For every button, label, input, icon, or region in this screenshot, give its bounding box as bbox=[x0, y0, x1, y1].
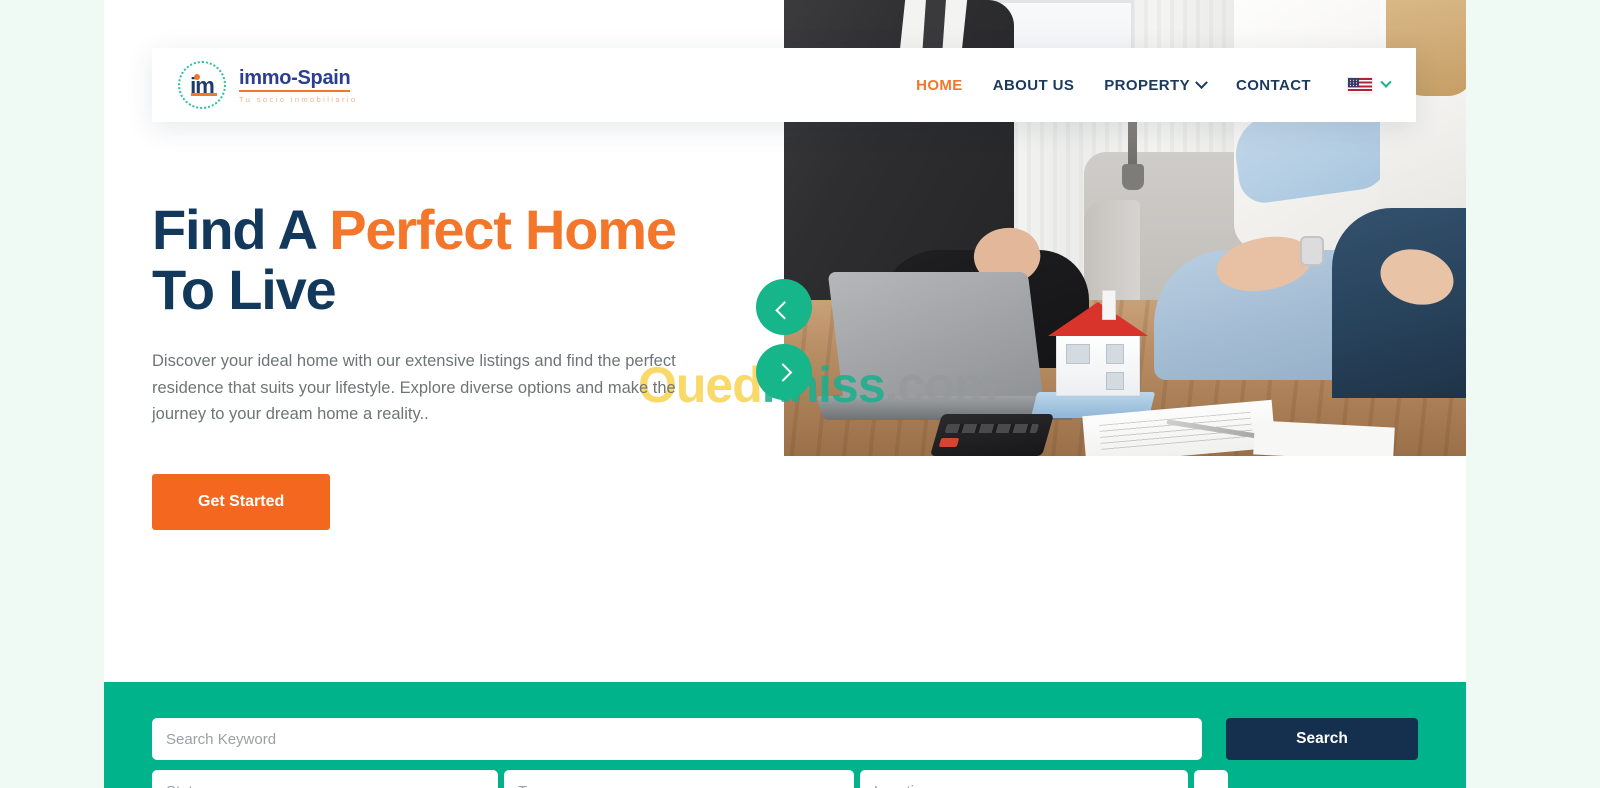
chevron-down-icon bbox=[1380, 76, 1392, 88]
search-button[interactable]: Search bbox=[1226, 718, 1418, 760]
page-title: Find A Perfect Home To Live bbox=[152, 200, 752, 320]
page-background: Ouedkniss.com im immo-Spain Tu socio inm… bbox=[0, 0, 1600, 788]
nav-item-about-us-label: ABOUT US bbox=[992, 76, 1075, 94]
nav-item-property-label: PROPERTY bbox=[1104, 76, 1190, 94]
logo-underline-icon bbox=[191, 93, 217, 96]
nav-item-property[interactable]: PROPERTY bbox=[1104, 75, 1208, 94]
hero-title-part1: Find A bbox=[152, 198, 330, 261]
carousel-prev-button[interactable] bbox=[756, 279, 812, 335]
chevron-right-icon bbox=[773, 362, 792, 382]
chevron-left-icon bbox=[774, 300, 794, 320]
search-filter-row: Status Type Location bbox=[152, 770, 1228, 788]
filter-location-select[interactable]: Location bbox=[859, 770, 1189, 788]
photo-documents-2 bbox=[1253, 420, 1395, 456]
watermark-part-c: .com bbox=[884, 357, 999, 413]
brand-logo[interactable]: im immo-Spain Tu socio inmobiliario bbox=[178, 61, 357, 109]
nav-item-about-us[interactable]: ABOUT US bbox=[993, 77, 1075, 94]
search-primary-row: Search bbox=[152, 718, 1418, 760]
language-selector[interactable] bbox=[1347, 76, 1392, 94]
filter-extra-control[interactable] bbox=[1194, 770, 1228, 788]
photo-house-model-roof bbox=[1048, 302, 1148, 336]
photo-client-dark-jeans bbox=[1332, 208, 1466, 398]
photo-house-window-a bbox=[1066, 344, 1090, 364]
flag-canton bbox=[1348, 77, 1359, 87]
nav-item-home[interactable]: HOME bbox=[916, 77, 963, 94]
brand-tagline: Tu socio inmobiliario bbox=[239, 94, 358, 104]
logo-dot-icon bbox=[194, 74, 200, 80]
photo-wristwatch bbox=[1300, 236, 1324, 266]
brand-wordmark: immo-Spain Tu socio inmobiliario bbox=[239, 67, 357, 104]
photo-house-model-body bbox=[1056, 332, 1140, 396]
filter-type-select[interactable]: Type bbox=[503, 770, 854, 788]
carousel-next-button[interactable] bbox=[756, 344, 812, 400]
filter-status-select[interactable]: Status bbox=[152, 770, 498, 788]
main-navigation: HOME ABOUT US PROPERTY CONTACT bbox=[916, 75, 1392, 94]
site-header: im immo-Spain Tu socio inmobiliario HOME… bbox=[152, 48, 1416, 122]
us-flag-icon bbox=[1347, 76, 1373, 94]
nav-item-home-label: HOME bbox=[916, 76, 963, 94]
brand-name: immo-Spain bbox=[239, 67, 351, 92]
nav-item-contact-label: CONTACT bbox=[1235, 76, 1311, 94]
photo-house-window-c bbox=[1106, 372, 1124, 390]
content-column: Ouedkniss.com im immo-Spain Tu socio inm… bbox=[104, 0, 1466, 788]
chevron-down-icon bbox=[1195, 75, 1208, 89]
property-search-bar: Search Status Type Location bbox=[104, 682, 1466, 788]
get-started-button[interactable]: Get Started bbox=[152, 473, 331, 530]
photo-calculator-key bbox=[938, 438, 960, 447]
hero-title-highlight: Perfect Home bbox=[329, 198, 677, 261]
logo-mark-icon: im bbox=[178, 61, 226, 109]
hero-title-part2: To Live bbox=[152, 257, 337, 321]
photo-calculator bbox=[929, 414, 1055, 456]
hero-description: Discover your ideal home with our extens… bbox=[152, 351, 676, 424]
search-input[interactable] bbox=[152, 718, 1202, 760]
hero-content: Find A Perfect Home To Live Discover you… bbox=[152, 200, 752, 530]
photo-house-model-chimney bbox=[1102, 290, 1116, 320]
nav-item-contact[interactable]: CONTACT bbox=[1236, 77, 1311, 94]
photo-house-window-b bbox=[1106, 344, 1124, 364]
